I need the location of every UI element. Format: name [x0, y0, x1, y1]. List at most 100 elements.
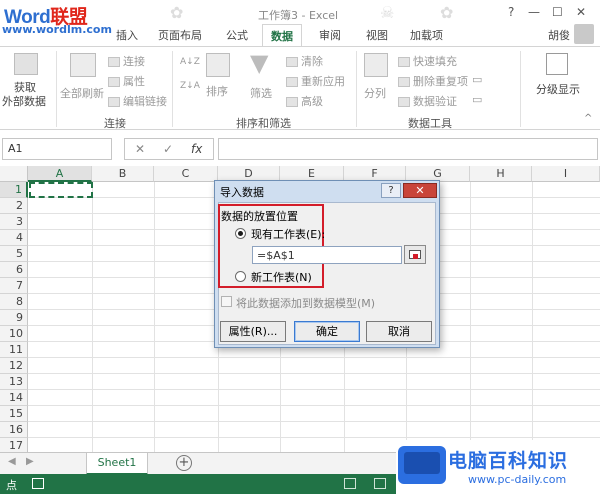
filter-button[interactable]: 筛选: [250, 85, 272, 101]
column-header[interactable]: H: [470, 166, 532, 182]
avatar[interactable]: [574, 24, 594, 44]
reference-input[interactable]: =$A$1: [252, 246, 402, 264]
column-header[interactable]: I: [532, 166, 600, 182]
selected-cell-a1[interactable]: [29, 182, 93, 198]
name-box[interactable]: A1: [2, 138, 112, 160]
row-header[interactable]: 17: [0, 438, 28, 452]
dialog-close-button[interactable]: ✕: [403, 183, 437, 198]
relationships-icon[interactable]: ▭: [472, 93, 482, 106]
sort-button[interactable]: 排序: [206, 83, 228, 99]
cancel-button[interactable]: 取消: [366, 321, 432, 342]
row-header[interactable]: 1: [0, 182, 28, 198]
reapply-button[interactable]: 重新应用: [286, 73, 345, 89]
filter-icon: ▼: [250, 49, 269, 77]
add-to-data-model-label: 将此数据添加到数据模型(M): [236, 297, 376, 310]
divider: [520, 51, 521, 127]
gridline: [28, 405, 600, 406]
prev-sheet-icon[interactable]: ◀: [8, 456, 16, 467]
page-layout-view-icon[interactable]: [374, 478, 386, 489]
row-header[interactable]: 9: [0, 310, 28, 326]
tab-view[interactable]: 视图: [366, 27, 388, 43]
connections-button[interactable]: 连接: [108, 53, 145, 69]
decoration-icon: ✿: [170, 3, 184, 22]
sort-icon: [206, 53, 230, 77]
add-to-data-model-checkbox[interactable]: [221, 296, 232, 307]
cancel-entry-icon[interactable]: ✕: [135, 142, 145, 156]
gridline: [92, 182, 93, 452]
tab-formulas[interactable]: 公式: [226, 27, 248, 43]
existing-sheet-radio[interactable]: [235, 228, 246, 239]
confirm-entry-icon[interactable]: ✓: [163, 142, 173, 156]
new-sheet-label[interactable]: 新工作表(N): [251, 269, 312, 285]
row-header[interactable]: 15: [0, 406, 28, 422]
user-name[interactable]: 胡俊: [548, 27, 570, 43]
row-header[interactable]: 14: [0, 390, 28, 406]
sheet-tab-sheet1[interactable]: Sheet1: [86, 453, 148, 475]
ok-button[interactable]: 确定: [294, 321, 360, 342]
dialog-title: 导入数据: [220, 186, 264, 199]
tab-review[interactable]: 审阅: [319, 27, 341, 43]
macro-record-icon[interactable]: [32, 478, 44, 489]
dialog-help-button[interactable]: ?: [381, 183, 401, 198]
row-header[interactable]: 5: [0, 246, 28, 262]
divider: [172, 51, 173, 127]
refresh-all-button[interactable]: 全部刷新: [60, 85, 104, 101]
get-external-data-label-2[interactable]: 外部数据: [2, 93, 46, 109]
row-header[interactable]: 4: [0, 230, 28, 246]
row-header[interactable]: 13: [0, 374, 28, 390]
select-all-corner[interactable]: [0, 166, 28, 182]
column-header[interactable]: A: [28, 166, 92, 182]
formula-input[interactable]: [218, 138, 598, 160]
row-header[interactable]: 11: [0, 342, 28, 358]
tab-page-layout[interactable]: 页面布局: [158, 27, 202, 43]
placement-section-label: 数据的放置位置: [221, 210, 298, 223]
help-button[interactable]: ?: [508, 5, 514, 19]
insert-function-icon[interactable]: fx: [191, 142, 202, 156]
edit-links-button[interactable]: 编辑链接: [108, 93, 167, 109]
flash-fill-button[interactable]: 快速填充: [398, 53, 457, 69]
row-header[interactable]: 7: [0, 278, 28, 294]
column-header[interactable]: B: [92, 166, 154, 182]
collapse-dialog-icon[interactable]: [404, 245, 426, 264]
gridline: [28, 389, 600, 390]
add-sheet-icon[interactable]: +: [176, 455, 192, 471]
row-header[interactable]: 8: [0, 294, 28, 310]
tab-insert[interactable]: 插入: [116, 27, 138, 43]
clear-button[interactable]: 清除: [286, 53, 323, 69]
consolidate-icon[interactable]: ▭: [472, 73, 482, 86]
ribbon-tabs: 插入 页面布局 公式 数据 审阅 视图 加载项 胡俊: [0, 24, 600, 46]
row-header[interactable]: 16: [0, 422, 28, 438]
properties-button[interactable]: 属性: [108, 73, 145, 89]
row-header[interactable]: 10: [0, 326, 28, 342]
close-window-button[interactable]: ✕: [576, 5, 586, 19]
next-sheet-icon[interactable]: ▶: [26, 456, 34, 467]
sort-descending-button[interactable]: Z↓A: [180, 81, 200, 91]
edit-links-icon: [108, 97, 120, 107]
window-title: 工作簿3 - Excel: [258, 9, 339, 22]
existing-sheet-label[interactable]: 现有工作表(E):: [251, 226, 325, 242]
text-to-columns-icon: [364, 53, 388, 77]
clear-icon: [286, 57, 298, 67]
row-header[interactable]: 2: [0, 198, 28, 214]
properties-dialog-button[interactable]: 属性(R)...: [220, 321, 286, 342]
outline-button[interactable]: 分级显示: [536, 81, 580, 97]
normal-view-icon[interactable]: [344, 478, 356, 489]
text-to-columns-button[interactable]: 分列: [364, 85, 386, 101]
advanced-button[interactable]: 高级: [286, 93, 323, 109]
tab-data[interactable]: 数据: [262, 24, 302, 46]
new-sheet-radio[interactable]: [235, 271, 246, 282]
row-header[interactable]: 6: [0, 262, 28, 278]
sort-ascending-button[interactable]: A↓Z: [180, 57, 200, 67]
group-label-sort-filter: 排序和筛选: [236, 117, 291, 130]
column-header[interactable]: C: [154, 166, 218, 182]
row-header[interactable]: 3: [0, 214, 28, 230]
divider: [56, 51, 57, 127]
row-header[interactable]: 12: [0, 358, 28, 374]
gridline: [470, 182, 471, 452]
data-validation-button[interactable]: 数据验证: [398, 93, 457, 109]
remove-duplicates-button[interactable]: 删除重复项: [398, 73, 468, 89]
minimize-button[interactable]: —: [528, 5, 540, 19]
maximize-button[interactable]: ☐: [552, 5, 563, 19]
collapse-ribbon-icon[interactable]: ^: [584, 113, 592, 124]
tab-add-ins[interactable]: 加载项: [410, 27, 443, 43]
